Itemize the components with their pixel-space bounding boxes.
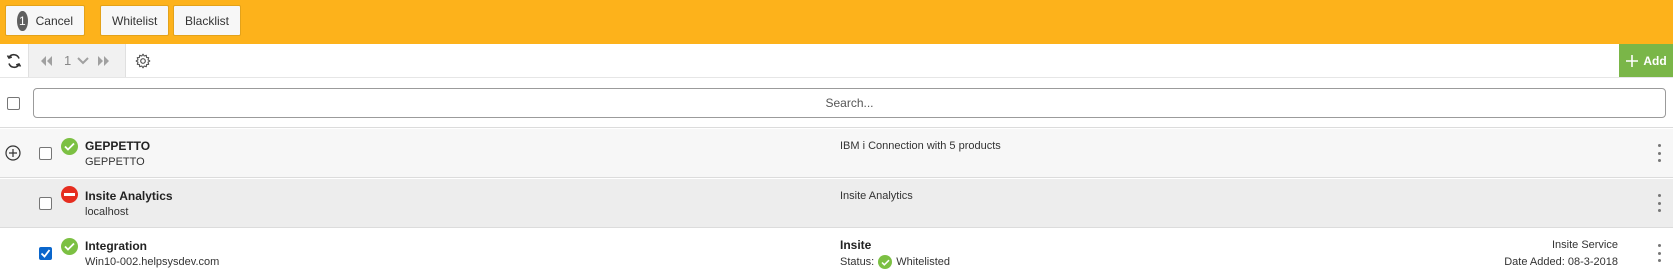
row-checkbox[interactable] <box>39 197 52 210</box>
row-description: Insite <box>840 238 872 252</box>
table-row[interactable]: Insite Analytics localhost Insite Analyt… <box>0 179 1673 228</box>
row-status: Status: Whitelisted <box>840 255 950 269</box>
status-error-icon <box>61 186 78 203</box>
plus-icon <box>1626 54 1639 67</box>
row-date-added: Date Added: 08-3-2018 <box>1504 256 1618 268</box>
more-options-icon[interactable] <box>1656 194 1662 212</box>
row-host: Win10-002.helpsysdev.com <box>85 256 220 268</box>
more-options-icon[interactable] <box>1656 144 1662 162</box>
whitelist-button[interactable]: Whitelist <box>100 5 170 36</box>
status-label: Status: <box>840 256 875 268</box>
row-name: Insite Analytics <box>85 189 173 203</box>
selection-count-badge: 1 <box>17 10 28 31</box>
add-label: Add <box>1643 53 1667 68</box>
search-input[interactable] <box>33 88 1666 118</box>
pager: 1 <box>28 44 126 77</box>
cancel-button[interactable]: 1 Cancel <box>5 5 85 36</box>
double-chevron-right-icon[interactable] <box>97 44 111 77</box>
add-button[interactable]: Add <box>1619 44 1673 77</box>
action-bar: 1 Cancel Whitelist Blacklist <box>0 0 1673 44</box>
whitelisted-check-icon <box>878 255 893 269</box>
double-chevron-left-icon[interactable] <box>39 44 53 77</box>
table-row[interactable]: GEPPETTO GEPPETTO IBM i Connection with … <box>0 129 1673 178</box>
table-row[interactable]: Integration Win10-002.helpsysdev.com Ins… <box>0 229 1673 274</box>
row-checkbox[interactable] <box>39 147 52 160</box>
row-name: Integration <box>85 239 147 253</box>
row-service: Insite Service <box>1551 239 1618 251</box>
page-number: 1 <box>64 53 72 68</box>
row-description: Insite Analytics <box>840 190 913 202</box>
more-options-icon[interactable] <box>1656 244 1662 262</box>
blacklist-button[interactable]: Blacklist <box>173 5 242 36</box>
refresh-icon[interactable] <box>0 44 28 77</box>
status-value: Whitelisted <box>896 256 951 268</box>
cancel-label: Cancel <box>35 13 73 28</box>
select-all-checkbox[interactable] <box>7 97 20 110</box>
expand-plus-icon[interactable] <box>5 145 21 161</box>
row-host: localhost <box>85 206 129 218</box>
row-description: IBM i Connection with 5 products <box>840 140 1001 152</box>
status-ok-icon <box>61 138 78 155</box>
row-name: GEPPETTO <box>85 139 151 153</box>
toolbar: 1 <box>0 44 1673 78</box>
search-row <box>0 78 1673 128</box>
status-ok-icon <box>61 238 78 255</box>
row-checkbox[interactable] <box>39 247 52 260</box>
row-host: GEPPETTO <box>85 156 145 168</box>
gear-icon[interactable] <box>128 44 158 77</box>
chevron-down-icon[interactable] <box>77 44 89 77</box>
